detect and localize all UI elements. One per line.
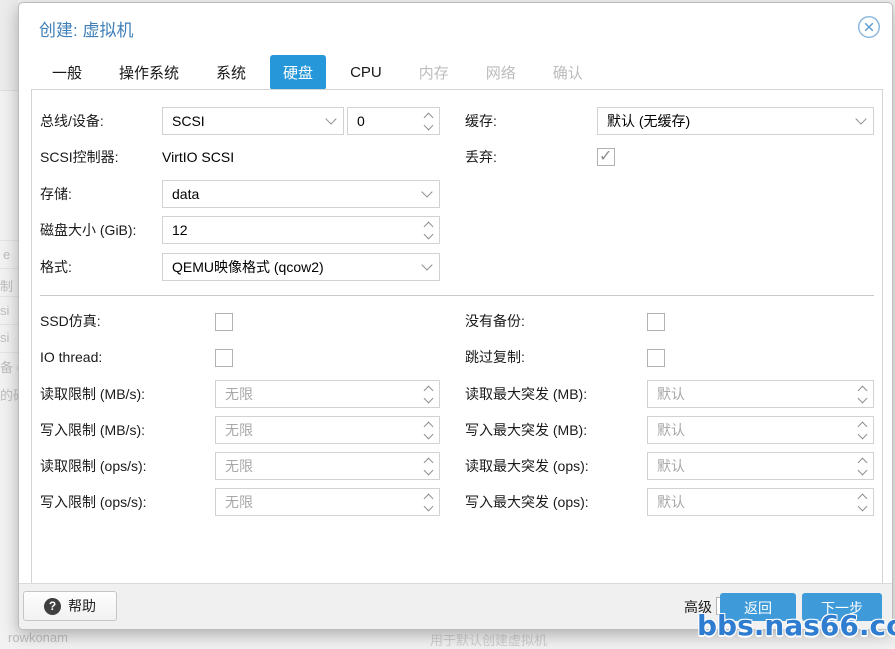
spinner-arrows-icon[interactable] <box>851 453 873 479</box>
format-label: 格式: <box>40 259 72 275</box>
read-burst-mb-value: 默认 <box>657 386 685 402</box>
chevron-down-icon[interactable] <box>849 108 873 134</box>
disk-size-label: 磁盘大小 (GiB): <box>40 222 137 238</box>
read-limit-mb-spinner[interactable]: 无限 <box>215 380 440 408</box>
bus-select-value: SCSI <box>172 113 205 129</box>
scsi-controller-value: VirtIO SCSI <box>162 149 235 165</box>
background-row-line <box>0 296 18 297</box>
background-row-line <box>0 240 18 241</box>
help-button-label: 帮助 <box>68 598 96 614</box>
read-limit-ops-value: 无限 <box>225 458 253 474</box>
no-backup-checkbox[interactable] <box>647 313 665 331</box>
write-burst-mb-value: 默认 <box>657 422 685 438</box>
tab-cpu[interactable]: CPU <box>337 57 395 88</box>
spinner-arrows-icon[interactable] <box>417 417 439 443</box>
storage-select[interactable]: data <box>162 180 440 208</box>
write-limit-ops-value: 无限 <box>225 494 253 510</box>
create-vm-dialog: 创建: 虚拟机 一般 操作系统 系统 硬盘 CPU 内存 网络 确认 总线/设备… <box>18 2 893 630</box>
disk-size-value: 12 <box>172 222 188 238</box>
ssd-emulation-checkbox[interactable] <box>215 313 233 331</box>
format-select[interactable]: QEMU映像格式 (qcow2) <box>162 253 440 281</box>
spinner-arrows-icon[interactable] <box>417 217 439 243</box>
background-row-line <box>0 324 18 325</box>
write-limit-ops-spinner[interactable]: 无限 <box>215 488 440 516</box>
read-limit-ops-spinner[interactable]: 无限 <box>215 452 440 480</box>
spinner-arrows-icon[interactable] <box>417 108 439 134</box>
spinner-arrows-icon[interactable] <box>417 489 439 515</box>
write-limit-mb-label: 写入限制 (MB/s): <box>40 422 145 438</box>
ssd-emulation-label: SSD仿真: <box>40 313 101 329</box>
background-text-fragment: 制 <box>0 279 14 294</box>
write-limit-mb-value: 无限 <box>225 422 253 438</box>
bus-number-spinner[interactable]: 0 <box>347 107 440 135</box>
write-limit-ops-label: 写入限制 (ops/s): <box>40 494 147 510</box>
scsi-controller-label: SCSI控制器: <box>40 149 119 165</box>
tab-bar: 一般 操作系统 系统 硬盘 CPU 内存 网络 确认 <box>39 55 607 90</box>
background-text-fragment: si <box>0 330 10 345</box>
section-divider <box>40 295 874 296</box>
storage-select-value: data <box>172 186 200 202</box>
read-limit-ops-label: 读取限制 (ops/s): <box>40 458 147 474</box>
bus-number-value: 0 <box>357 113 365 129</box>
disk-size-spinner[interactable]: 12 <box>162 216 440 244</box>
read-limit-mb-label: 读取限制 (MB/s): <box>40 386 145 402</box>
write-burst-ops-spinner[interactable]: 默认 <box>647 488 874 516</box>
write-burst-mb-label: 写入最大突发 (MB): <box>465 422 588 438</box>
write-burst-mb-spinner[interactable]: 默认 <box>647 416 874 444</box>
spinner-arrows-icon[interactable] <box>851 489 873 515</box>
dialog-title: 创建: 虚拟机 <box>39 21 134 40</box>
forum-watermark: bbs.nas66.com <box>697 609 895 642</box>
tab-harddisk[interactable]: 硬盘 <box>270 55 327 90</box>
read-burst-ops-label: 读取最大突发 (ops): <box>465 458 589 474</box>
no-backup-label: 没有备份: <box>465 313 525 329</box>
spinner-arrows-icon[interactable] <box>417 453 439 479</box>
background-page-strip <box>0 0 18 91</box>
read-limit-mb-value: 无限 <box>225 386 253 402</box>
harddisk-form-panel: 总线/设备: SCSI 0 缓存: 默认 (无缓存) SCSI控制器: Virt… <box>31 89 883 588</box>
read-burst-ops-spinner[interactable]: 默认 <box>647 452 874 480</box>
tab-confirm: 确认 <box>552 65 583 82</box>
bus-select[interactable]: SCSI <box>162 107 344 135</box>
read-burst-mb-spinner[interactable]: 默认 <box>647 380 874 408</box>
read-burst-mb-label: 读取最大突发 (MB): <box>465 386 588 402</box>
skip-replication-checkbox[interactable] <box>647 349 665 367</box>
tab-os[interactable]: 操作系统 <box>106 55 192 90</box>
write-limit-mb-spinner[interactable]: 无限 <box>215 416 440 444</box>
tab-general[interactable]: 一般 <box>39 55 95 90</box>
background-text-fragment: 用于默认创建虚拟机 <box>430 633 548 648</box>
tab-memory: 内存 <box>418 65 449 82</box>
cache-select[interactable]: 默认 (无缓存) <box>597 107 874 135</box>
skip-replication-label: 跳过复制: <box>465 349 525 365</box>
tab-network: 网络 <box>485 65 516 82</box>
spinner-arrows-icon[interactable] <box>851 417 873 443</box>
bus-device-label: 总线/设备: <box>40 113 104 129</box>
read-burst-ops-value: 默认 <box>657 458 685 474</box>
spinner-arrows-icon[interactable] <box>851 381 873 407</box>
write-burst-ops-label: 写入最大突发 (ops): <box>465 494 589 510</box>
spinner-arrows-icon[interactable] <box>417 381 439 407</box>
question-mark-icon: ? <box>44 597 61 615</box>
chevron-down-icon[interactable] <box>415 254 439 280</box>
chevron-down-icon[interactable] <box>319 108 343 134</box>
cache-select-value: 默认 (无缓存) <box>607 113 691 129</box>
storage-label: 存储: <box>40 186 72 202</box>
background-text-fragment: e <box>3 247 11 262</box>
close-icon[interactable] <box>857 15 881 39</box>
chevron-down-icon[interactable] <box>415 181 439 207</box>
background-row-line <box>0 268 18 269</box>
background-row-line <box>0 352 18 353</box>
io-thread-checkbox[interactable] <box>215 349 233 367</box>
cache-label: 缓存: <box>465 113 497 129</box>
write-burst-ops-value: 默认 <box>657 494 685 510</box>
discard-checkbox[interactable] <box>597 146 615 166</box>
help-button[interactable]: ? 帮助 <box>23 591 117 621</box>
discard-label: 丢弃: <box>465 149 497 165</box>
format-select-value: QEMU映像格式 (qcow2) <box>172 259 324 275</box>
tab-system[interactable]: 系统 <box>203 55 259 90</box>
io-thread-label: IO thread: <box>40 349 103 365</box>
background-text-fragment: si <box>0 303 10 318</box>
